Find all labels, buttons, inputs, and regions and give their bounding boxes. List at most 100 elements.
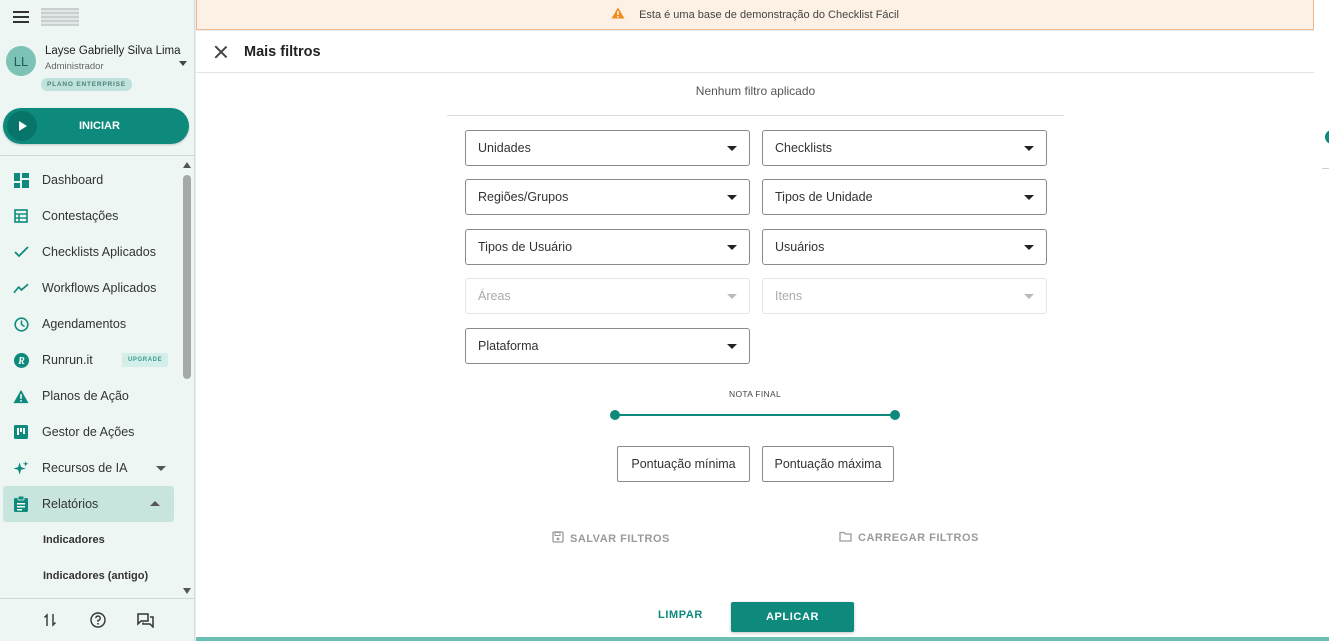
select-label: Áreas: [478, 289, 511, 303]
dropdown-arrow-icon: [1024, 245, 1034, 250]
dropdown-arrow-icon: [1024, 195, 1034, 200]
select-label: Tipos de Unidade: [775, 190, 873, 204]
sidebar-divider: [0, 155, 195, 156]
chat-icon[interactable]: [136, 610, 156, 630]
usuarios-select[interactable]: Usuários: [762, 229, 1047, 265]
chevron-down-icon[interactable]: [179, 61, 187, 66]
load-filters-button[interactable]: CARREGAR FILTROS: [839, 531, 979, 545]
save-filters-button[interactable]: SALVAR FILTROS: [552, 531, 670, 546]
sidebar-item-agendamentos[interactable]: Agendamentos: [0, 306, 180, 342]
bottom-accent-bar: [196, 637, 1329, 641]
sidebar-scrollbar[interactable]: [180, 158, 195, 598]
dropdown-arrow-icon: [727, 245, 737, 250]
nota-final-range-slider[interactable]: [610, 409, 900, 421]
tipos-de-usuario-select[interactable]: Tipos de Usuário: [465, 229, 750, 265]
dropdown-arrow-icon: [727, 294, 737, 299]
slider-track[interactable]: [613, 414, 897, 416]
slider-max-handle[interactable]: [890, 410, 900, 420]
kanban-icon: [13, 424, 29, 440]
plan-badge: PLANO ENTERPRISE: [41, 78, 132, 91]
sidebar-item-runrun[interactable]: R Runrun.it UPGRADE: [0, 342, 180, 378]
table-icon: [13, 208, 29, 224]
app: LL Layse Gabrielly Silva Lima Administra…: [0, 0, 1329, 641]
sidebar-item-label: Agendamentos: [42, 317, 127, 331]
clipboard-icon: [13, 496, 29, 512]
sidebar-item-label: Dashboard: [42, 173, 104, 187]
plataforma-select[interactable]: Plataforma: [465, 328, 750, 364]
sidebar-item-contestacoes[interactable]: Contestações: [0, 198, 180, 234]
start-button[interactable]: INICIAR: [3, 108, 189, 144]
user-profile[interactable]: LL Layse Gabrielly Silva Lima Administra…: [0, 34, 194, 96]
regioes-grupos-select[interactable]: Regiões/Grupos: [465, 179, 750, 215]
check-icon: [13, 244, 29, 260]
save-icon: [552, 531, 564, 546]
sidebar-item-label: Runrun.it: [42, 353, 93, 367]
scrollbar-thumb[interactable]: [183, 175, 191, 379]
chevron-down-icon: [156, 466, 166, 471]
logo[interactable]: [41, 8, 79, 26]
sidebar-subitem-indicadores[interactable]: Indicadores: [0, 522, 180, 558]
sidebar-item-planos-de-acao[interactable]: Planos de Ação: [0, 378, 180, 414]
edge-indicator[interactable]: [1325, 130, 1329, 144]
chevron-up-icon: [150, 501, 160, 506]
select-label: Tipos de Usuário: [478, 240, 573, 254]
select-label: Itens: [775, 289, 803, 303]
select-label: Checklists: [775, 141, 832, 155]
sidebar-item-label: Contestações: [42, 209, 119, 223]
sidebar: LL Layse Gabrielly Silva Lima Administra…: [0, 0, 195, 641]
sidebar-item-label: Relatórios: [42, 497, 99, 511]
clear-button[interactable]: LIMPAR: [658, 609, 703, 621]
hamburger-menu-icon[interactable]: [13, 11, 29, 23]
right-edge: [1314, 0, 1329, 641]
sidebar-item-label: Workflows Aplicados: [42, 281, 157, 295]
apply-button[interactable]: APLICAR: [731, 602, 854, 632]
sidebar-item-recursos-de-ia[interactable]: Recursos de IA: [0, 450, 180, 486]
clock-icon: [13, 316, 29, 332]
nota-final-label: NOTA FINAL: [729, 389, 781, 399]
sidebar-item-label: Recursos de IA: [42, 461, 128, 475]
user-name: Layse Gabrielly Silva Lima: [45, 45, 181, 57]
tipos-de-unidade-select[interactable]: Tipos de Unidade: [762, 179, 1047, 215]
runrun-icon: R: [13, 352, 29, 368]
select-label: Regiões/Grupos: [478, 190, 569, 204]
sidebar-subitem-indicadores-antigo[interactable]: Indicadores (antigo): [0, 558, 180, 594]
avatar: LL: [6, 46, 36, 76]
dropdown-arrow-icon: [1024, 146, 1034, 151]
warning-icon: [611, 6, 625, 24]
start-button-label: INICIAR: [79, 120, 120, 132]
edge-divider: [1322, 168, 1329, 169]
folder-icon: [839, 531, 852, 545]
trend-icon: [13, 280, 29, 296]
panel-header: Mais filtros: [196, 31, 1314, 73]
dropdown-arrow-icon: [727, 344, 737, 349]
svg-text:R: R: [17, 356, 25, 367]
close-icon[interactable]: [214, 45, 228, 59]
unidades-select[interactable]: Unidades: [465, 130, 750, 166]
no-filter-text: Nenhum filtro aplicado: [695, 84, 816, 98]
play-icon: [19, 121, 27, 131]
sidebar-item-checklists-aplicados[interactable]: Checklists Aplicados: [0, 234, 180, 270]
dashboard-icon: [13, 172, 29, 188]
sidebar-nav: Dashboard Contestações Checklists Aplica…: [0, 162, 180, 594]
divider: [447, 115, 1064, 116]
sidebar-item-workflows-aplicados[interactable]: Workflows Aplicados: [0, 270, 180, 306]
sidebar-item-label: Checklists Aplicados: [42, 245, 156, 259]
checklists-select[interactable]: Checklists: [762, 130, 1047, 166]
play-icon-container: [7, 111, 37, 141]
max-score-input[interactable]: Pontuação máxima: [762, 446, 894, 482]
min-score-input[interactable]: Pontuação mínima: [617, 446, 750, 482]
filters-panel: Mais filtros Nenhum filtro aplicado Unid…: [196, 31, 1314, 637]
sidebar-item-gestor-de-acoes[interactable]: Gestor de Ações: [0, 414, 180, 450]
alert-icon: [13, 388, 29, 404]
sidebar-item-relatorios[interactable]: Relatórios: [3, 486, 174, 522]
upgrade-badge[interactable]: UPGRADE: [122, 353, 169, 367]
sort-arrows-icon[interactable]: [40, 610, 60, 630]
select-label: Usuários: [775, 240, 825, 254]
scroll-down-arrow-icon[interactable]: [183, 588, 191, 594]
slider-min-handle[interactable]: [610, 410, 620, 420]
areas-select: Áreas: [465, 278, 750, 314]
sidebar-item-dashboard[interactable]: Dashboard: [0, 162, 180, 198]
scroll-up-arrow-icon[interactable]: [183, 162, 191, 168]
dropdown-arrow-icon: [727, 146, 737, 151]
help-icon[interactable]: [88, 610, 108, 630]
